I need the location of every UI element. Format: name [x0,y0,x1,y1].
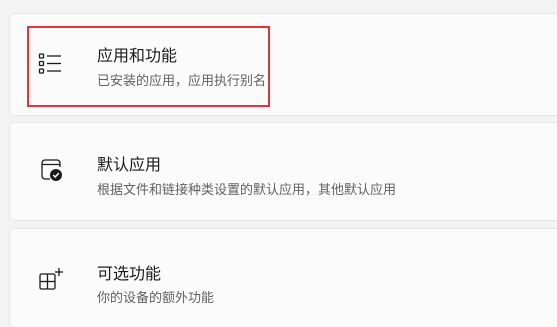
item-title: 应用和功能 [97,46,178,65]
apps-list-icon [36,49,66,79]
apps-and-features-item[interactable]: 应用和功能 已安装的应用，应用执行别名 [9,13,557,116]
item-title: 可选功能 [97,264,162,283]
item-description: 根据文件和链接种类设置的默认应用，其他默认应用 [97,183,397,198]
default-apps-item[interactable]: 默认应用 根据文件和链接种类设置的默认应用，其他默认应用 [9,122,557,221]
settings-page: 应用和功能 已安装的应用，应用执行别名 默认应用 根据文件和链接种类设置的默认应… [0,0,557,327]
default-apps-icon [36,154,66,184]
optional-features-item[interactable]: 可选功能 你的设备的额外功能 [9,228,557,327]
optional-features-icon [36,264,66,294]
item-title: 默认应用 [97,155,162,174]
item-description: 已安装的应用，应用执行别名 [97,74,267,89]
item-description: 你的设备的额外功能 [97,291,215,306]
